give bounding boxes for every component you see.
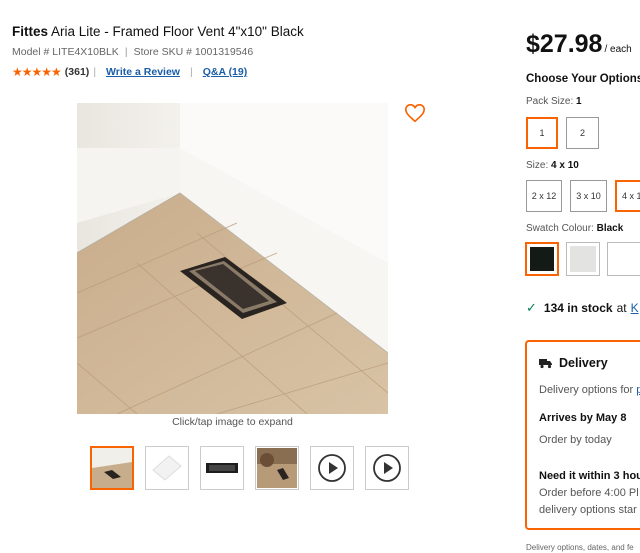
thumbnail-strip (90, 446, 409, 490)
vent-black-thumbnail-icon (202, 448, 242, 488)
stock-status: ✓ 134 in stock at K (526, 300, 639, 316)
rating-row: ★★★★★ (361) | Write a Review | Q&A (19) (12, 65, 253, 79)
size-option-2x12[interactable]: 2 x 12 (526, 180, 562, 212)
size-option-4x10[interactable]: 4 x 10 (615, 180, 640, 212)
model-number: Model # LITE4X10BLK (12, 46, 119, 58)
truck-icon (539, 359, 552, 369)
rating-separator: | (93, 66, 97, 78)
thumbnail-vent-white[interactable] (145, 446, 189, 490)
swatch-white-chip (611, 246, 637, 272)
size-option-3x10[interactable]: 3 x 10 (570, 180, 607, 212)
size-value: 4 x 10 (551, 160, 579, 171)
write-review-link[interactable]: Write a Review (106, 66, 180, 78)
delivery-postal-link[interactable]: p (636, 384, 640, 396)
store-link[interactable]: K (631, 301, 639, 315)
size-label: Size: 4 x 10 (526, 160, 579, 171)
delivery-arrives: Arrives by May 8 (539, 412, 627, 424)
delivery-heading: Delivery (539, 356, 608, 370)
main-product-image[interactable] (77, 103, 388, 414)
pack-size-option-2[interactable]: 2 (566, 117, 599, 149)
swatch-white[interactable] (607, 242, 640, 276)
rating-stars-icon[interactable]: ★★★★★ (12, 65, 62, 79)
expand-image-hint: Click/tap image to expand (172, 416, 293, 428)
thumbnail-vent-room[interactable] (255, 446, 299, 490)
pack-size-value: 1 (576, 96, 582, 107)
delivery-options-label: Delivery options for (539, 384, 634, 396)
favorite-heart-icon[interactable] (404, 102, 426, 124)
thumbnail-vent-floor[interactable] (90, 446, 134, 490)
product-meta: Model # LITE4X10BLK | Store SKU # 10013195… (12, 46, 253, 58)
vent-white-thumbnail-icon (147, 448, 187, 488)
vent-room-thumbnail-icon (257, 448, 297, 488)
delivery-need-it: Need it within 3 hou (539, 470, 640, 482)
size-label-text: Size: (526, 160, 549, 171)
swatch-label-text: Swatch Colour: (526, 223, 594, 234)
swatch-black[interactable] (525, 242, 559, 276)
delivery-options-start: delivery options star (539, 504, 637, 516)
play-video-icon (318, 454, 346, 482)
delivery-card[interactable]: Delivery Delivery options for p Arrives … (525, 340, 640, 530)
delivery-options-text: Delivery options for p (539, 384, 640, 396)
vent-floor-thumbnail-icon (92, 448, 132, 488)
thumbnail-vent-black-top[interactable] (200, 446, 244, 490)
checkmark-icon: ✓ (526, 300, 537, 315)
thumbnail-video-2[interactable] (365, 446, 409, 490)
swatch-black-chip (530, 247, 554, 271)
price-unit: / each (604, 44, 632, 55)
pack-size-label-text: Pack Size: (526, 96, 574, 107)
store-sku: Store SKU # 1001319546 (133, 46, 254, 58)
product-title: Fittes Aria Lite - Framed Floor Vent 4"x… (12, 24, 304, 39)
delivery-title: Delivery (559, 356, 608, 370)
play-video-icon (373, 454, 401, 482)
choose-options-heading: Choose Your Options (526, 73, 640, 85)
swatch-grey-chip (570, 246, 596, 272)
swatch-value: Black (596, 223, 624, 234)
price: $27.98/ each (526, 30, 632, 59)
thumbnail-video-1[interactable] (310, 446, 354, 490)
pack-size-label: Pack Size: 1 (526, 96, 582, 107)
rating-separator: | (189, 66, 193, 78)
meta-separator: | (124, 46, 128, 58)
room-floor-vent-image (77, 103, 388, 414)
stock-at: at (616, 301, 627, 315)
delivery-order-by: Order by today (539, 434, 612, 446)
qa-link[interactable]: Q&A (19) (203, 66, 248, 78)
price-amount: $27.98 (526, 30, 603, 58)
pack-size-option-1[interactable]: 1 (526, 117, 558, 149)
rating-count[interactable]: (361) (65, 66, 90, 78)
swatch-label: Swatch Colour: Black (526, 223, 623, 234)
delivery-footnote: Delivery options, dates, and fe (526, 543, 634, 552)
product-name: Aria Lite - Framed Floor Vent 4"x10" Bla… (51, 24, 304, 39)
delivery-order-before: Order before 4:00 Pl (539, 487, 639, 499)
stock-count: 134 in stock (543, 301, 613, 315)
swatch-grey[interactable] (566, 242, 600, 276)
product-brand: Fittes (12, 24, 49, 39)
